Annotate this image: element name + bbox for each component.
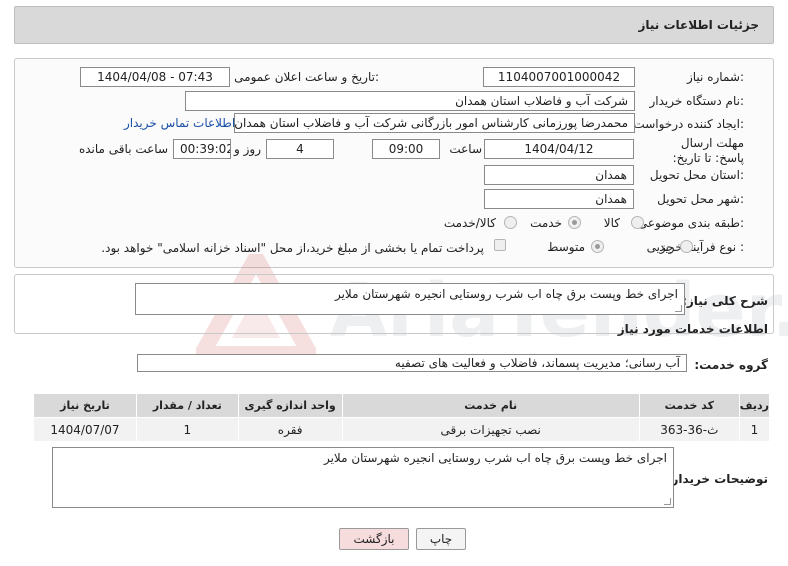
service-group-field: آب رسانی؛ مدیریت پسماند، فاضلاب و فعالیت… <box>137 354 687 372</box>
category-goods-service-radio[interactable] <box>504 216 517 229</box>
category-label: طبقه بندی موضوعی: <box>637 216 744 230</box>
buyer-org-field: شرکت آب و فاضلاب استان همدان <box>185 91 635 111</box>
deadline-time-field: 09:00 <box>372 139 440 159</box>
col-date-header: تاریخ نیاز <box>33 393 137 418</box>
col-row-header: ردیف <box>738 393 771 418</box>
cell-code: ث-36-363 <box>638 417 740 442</box>
announce-label: تاریخ و ساعت اعلان عمومی: <box>234 70 379 84</box>
province-field: همدان <box>484 165 634 185</box>
resize-grip-icon[interactable] <box>675 305 682 312</box>
cell-name: نصب تجهیزات برقی <box>341 417 640 442</box>
cell-qty: 1 <box>135 417 239 442</box>
services-section-title: اطلاعات خدمات مورد نیاز <box>617 322 768 336</box>
city-label: شهر محل تحویل: <box>657 192 744 206</box>
description-text: اجرای خط وپست برق چاه اب شرب روستایی انج… <box>334 287 678 301</box>
announce-field: 1404/04/08 - 07:43 <box>80 67 230 87</box>
remaining-label: ساعت باقی مانده <box>78 142 168 156</box>
deadline-date-field: 1404/04/12 <box>484 139 634 159</box>
process-medium-radio[interactable] <box>591 240 604 253</box>
city-field: همدان <box>484 189 634 209</box>
process-medium-label: متوسط <box>547 240 585 254</box>
deadline-label: مهلت ارسال پاسخ: تا تاریخ: <box>654 136 744 166</box>
days-label: روز و <box>234 142 261 156</box>
need-number-field: 1104007001000042 <box>483 67 635 87</box>
province-label: استان محل تحویل: <box>649 168 744 182</box>
category-goods-service-label: کالا/خدمت <box>443 216 496 230</box>
description-label: شرح کلی نیاز: <box>682 294 768 308</box>
services-table: ردیف کد خدمت نام خدمت واحد اندازه گیری ت… <box>33 393 771 442</box>
cell-unit: فقره <box>237 417 343 442</box>
resize-grip-icon[interactable] <box>664 498 671 505</box>
cell-row: 1 <box>738 417 771 442</box>
treasury-payment-checkbox[interactable] <box>494 239 506 251</box>
time-label: ساعت <box>449 142 482 156</box>
deadline-label-text: مهلت ارسال پاسخ: تا تاریخ: <box>672 136 744 165</box>
table-header-row: ردیف کد خدمت نام خدمت واحد اندازه گیری ت… <box>33 393 771 418</box>
print-button[interactable]: چاپ <box>416 528 466 550</box>
category-goods-radio[interactable] <box>631 216 644 229</box>
col-qty-header: تعداد / مقدار <box>135 393 239 418</box>
buyer-notes-textarea[interactable]: اجرای خط وپست برق چاه اب شرب روستایی انج… <box>52 447 674 508</box>
buyer-notes-text: اجرای خط وپست برق چاه اب شرب روستایی انج… <box>323 451 667 465</box>
cell-date: 1404/07/07 <box>33 417 137 442</box>
service-group-label: گروه خدمت: <box>694 358 768 372</box>
back-button[interactable]: بازگشت <box>339 528 409 550</box>
requester-field: محمدرضا پورزمانی کارشناس امور بازرگانی ش… <box>234 113 635 133</box>
page-title: جزئیات اطلاعات نیاز <box>638 18 759 32</box>
category-goods-label: کالا <box>603 216 620 230</box>
contact-info-link[interactable]: اطلاعات تماس خریدار <box>124 116 235 130</box>
col-code-header: کد خدمت <box>638 393 740 418</box>
table-row: 1 ث-36-363 نصب تجهیزات برقی فقره 1 1404/… <box>33 417 771 442</box>
page-header: جزئیات اطلاعات نیاز <box>14 6 774 44</box>
col-name-header: نام خدمت <box>341 393 640 418</box>
remaining-time-field: 00:39:02 <box>173 139 231 159</box>
col-unit-header: واحد اندازه گیری <box>237 393 343 418</box>
requester-label: ایجاد کننده درخواست: <box>633 117 744 131</box>
category-service-radio[interactable] <box>568 216 581 229</box>
days-field: 4 <box>266 139 334 159</box>
process-minor-label: جزیی <box>646 240 674 254</box>
payment-note: پرداخت تمام یا بخشی از مبلغ خرید،از محل … <box>101 241 484 255</box>
description-textarea[interactable]: اجرای خط وپست برق چاه اب شرب روستایی انج… <box>135 283 685 315</box>
buyer-org-label: نام دستگاه خریدار: <box>649 94 745 108</box>
category-service-label: خدمت <box>530 216 562 230</box>
need-number-label: شماره نیاز: <box>686 70 744 84</box>
buyer-notes-label: توضیحات خریدار: <box>666 472 768 486</box>
process-minor-radio[interactable] <box>680 240 693 253</box>
